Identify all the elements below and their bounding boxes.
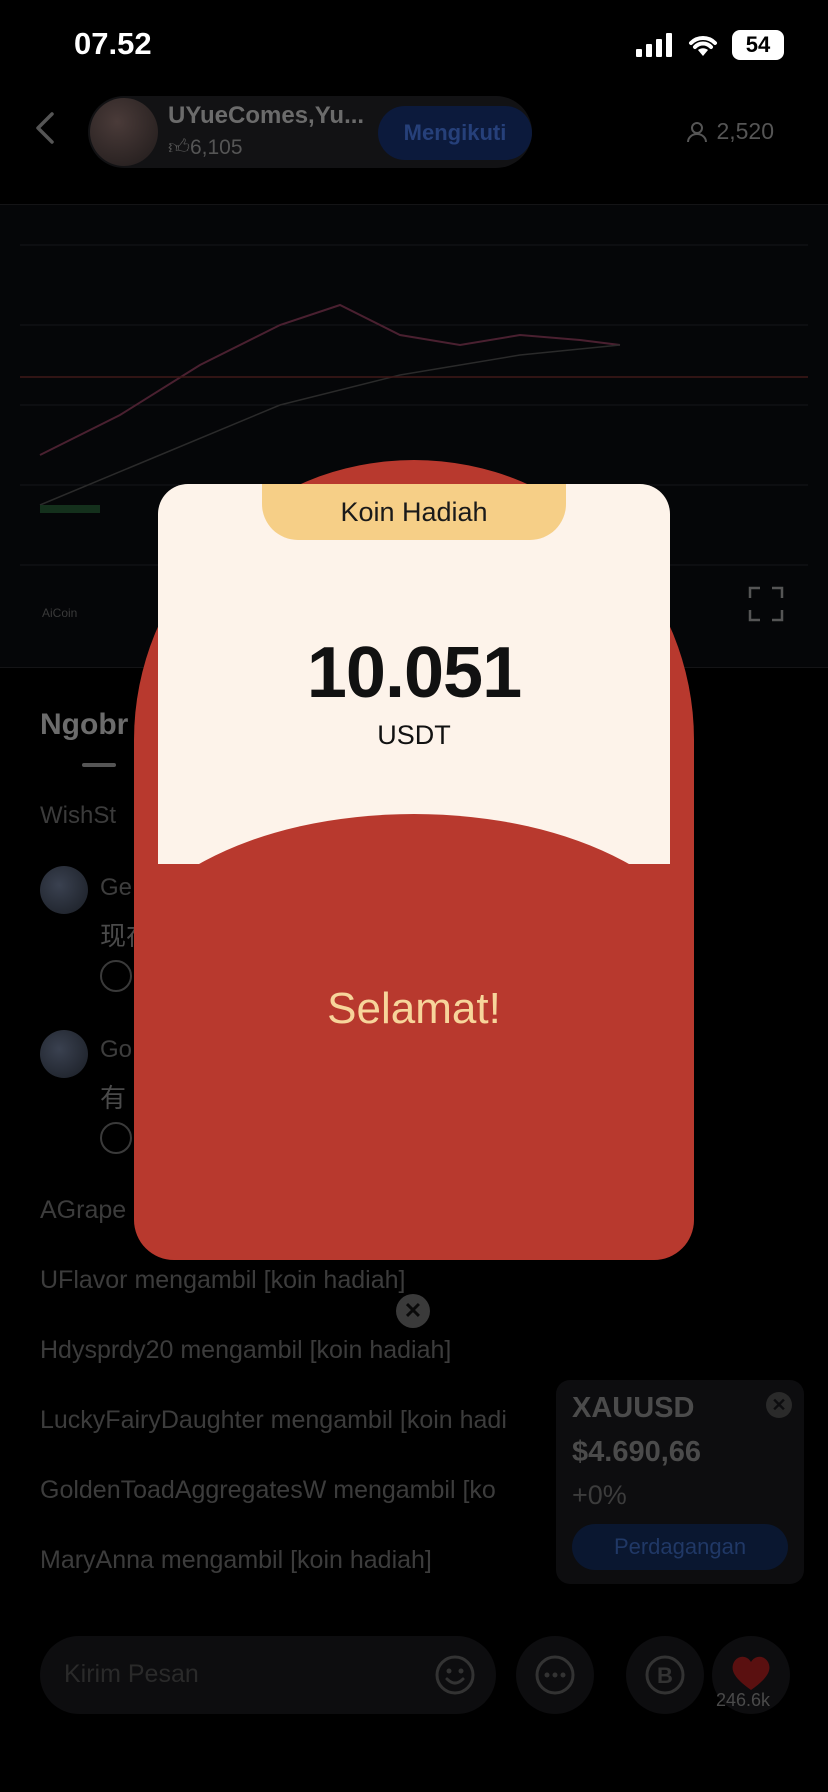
- system-message: Hdysprdy20 mengambil [koin hadiah]: [40, 1336, 452, 1364]
- fullscreen-icon[interactable]: [748, 586, 784, 622]
- person-icon: [687, 121, 708, 142]
- trade-button[interactable]: Perdagangan: [572, 1524, 788, 1570]
- message-author: Ge: [100, 874, 133, 901]
- close-icon[interactable]: ✕: [396, 1294, 430, 1328]
- svg-text:B: B: [657, 1663, 673, 1688]
- system-message: UFlavor mengambil [koin hadiah]: [40, 1266, 406, 1294]
- signal-icon: [636, 33, 672, 57]
- more-dots-icon: [535, 1655, 575, 1695]
- message-author: Go: [100, 1036, 133, 1063]
- ticker-symbol: XAUUSD: [572, 1392, 695, 1424]
- status-icons: 54: [636, 30, 784, 60]
- viewer-count: 2,520: [686, 118, 774, 145]
- system-message: GoldenToadAggregatesW mengambil [ko: [40, 1476, 496, 1504]
- host-likes: 👍︎6,105: [168, 136, 243, 159]
- thumb-up-icon: 👍︎: [168, 136, 190, 159]
- reward-amount: 10.051: [306, 633, 522, 713]
- ticker-change: +0%: [572, 1480, 627, 1510]
- ticker-card[interactable]: XAUUSD ✕ $4.690,66 +0% Perdagangan: [556, 1380, 804, 1584]
- reward-card: Koin Hadiah 10.051 USDT: [158, 484, 670, 864]
- system-message: AGrape: [40, 1196, 127, 1224]
- wifi-icon: [689, 36, 717, 56]
- ticker-close-icon[interactable]: ✕: [766, 1392, 792, 1418]
- back-arrow-icon[interactable]: [26, 108, 66, 148]
- status-time: 07.52: [74, 26, 152, 61]
- system-message: MaryAnna mengambil [koin hadiah]: [40, 1546, 432, 1574]
- message-avatar[interactable]: [40, 866, 88, 914]
- tab-indicator: [82, 763, 116, 767]
- host-avatar[interactable]: [90, 98, 158, 166]
- more-options-button[interactable]: [516, 1636, 594, 1714]
- like-count: 246.6k: [716, 1690, 771, 1710]
- reward-modal[interactable]: Koin Hadiah 10.051 USDT Selamat!: [134, 460, 694, 1260]
- room-header: UYueComes,Yu... 👍︎6,105 Mengikuti 2,520: [0, 88, 828, 174]
- follow-button[interactable]: Mengikuti: [378, 106, 532, 160]
- coin-button[interactable]: B: [626, 1636, 704, 1714]
- emoji-icon[interactable]: [434, 1654, 476, 1696]
- chart-watermark: AiCoin: [42, 606, 78, 620]
- message-input-placeholder: Kirim Pesan: [64, 1660, 199, 1688]
- copy-trade-icon[interactable]: [100, 1122, 132, 1154]
- reward-unit: USDT: [377, 720, 451, 750]
- chat-section-title[interactable]: Ngobr: [40, 708, 128, 742]
- copy-trade-icon[interactable]: [100, 960, 132, 992]
- host-name: UYueComes,Yu...: [168, 102, 365, 129]
- reward-tab-label: Koin Hadiah: [262, 484, 566, 540]
- b-coin-icon: B: [645, 1655, 685, 1695]
- message-text: 有: [100, 1083, 127, 1113]
- ticker-price: $4.690,66: [572, 1436, 702, 1468]
- congrats-text: Selamat!: [327, 984, 501, 1033]
- message-avatar[interactable]: [40, 1030, 88, 1078]
- system-message: LuckyFairyDaughter mengambil [koin hadi: [40, 1406, 507, 1434]
- envelope-flap-curve: [158, 814, 670, 864]
- chat-notice: WishSt: [40, 802, 117, 829]
- battery-indicator: 54: [732, 30, 784, 60]
